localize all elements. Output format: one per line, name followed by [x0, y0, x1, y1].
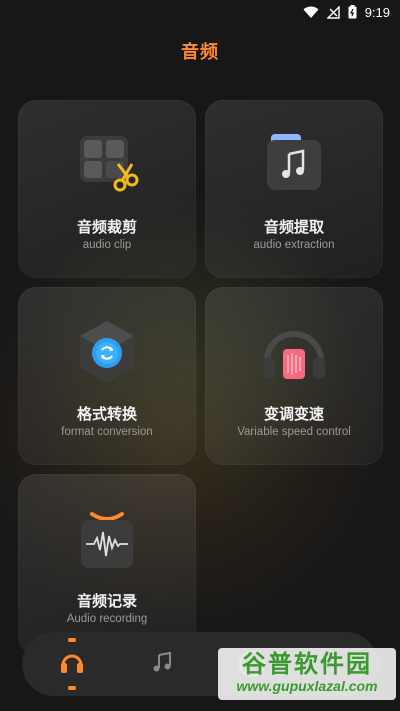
signal-icon	[326, 5, 340, 19]
headphones-icon	[59, 649, 85, 679]
wifi-icon	[303, 6, 319, 19]
audio-clip-icon	[72, 130, 142, 200]
audio-extraction-icon	[259, 130, 329, 200]
watermark-logo-text: 谷普软件园	[242, 650, 372, 678]
audio-recording-icon	[72, 510, 142, 580]
audio-recording-card[interactable]: 音频记录 Audio recording	[18, 474, 196, 654]
watermark: 谷普软件园 www.gupuxlazal.com	[218, 648, 396, 700]
audio-extraction-card[interactable]: 音频提取 audio extraction	[205, 100, 383, 278]
card-title: 格式转换	[76, 405, 137, 423]
variable-speed-icon	[259, 317, 329, 387]
nav-item-audio[interactable]	[52, 644, 92, 684]
card-title: 变调变速	[263, 405, 324, 423]
card-subtitle: audio clip	[82, 239, 132, 251]
card-subtitle: format conversion	[61, 426, 153, 438]
card-title: 音频提取	[263, 218, 324, 236]
status-time: 9:19	[364, 4, 390, 20]
card-title: 音频记录	[76, 592, 137, 610]
card-subtitle: Variable speed control	[237, 426, 351, 438]
nav-item-music[interactable]	[142, 644, 182, 684]
card-subtitle: audio extraction	[253, 239, 335, 251]
format-conversion-card[interactable]: 格式转换 format conversion	[18, 287, 196, 465]
music-note-icon	[150, 650, 174, 678]
format-conversion-icon	[72, 317, 142, 387]
audio-clip-card[interactable]: 音频裁剪 audio clip	[18, 100, 196, 278]
card-subtitle: Audio recording	[66, 613, 148, 625]
watermark-url: www.gupuxlazal.com	[236, 678, 378, 694]
status-bar: 9:19	[0, 0, 400, 24]
app-screen: 9:19 音频 音频裁剪 audio clip 音频提取 audio extra…	[0, 0, 400, 711]
variable-speed-card[interactable]: 变调变速 Variable speed control	[205, 287, 383, 465]
page-title: 音频	[181, 42, 219, 63]
battery-icon	[348, 5, 357, 19]
card-title: 音频裁剪	[76, 218, 137, 236]
